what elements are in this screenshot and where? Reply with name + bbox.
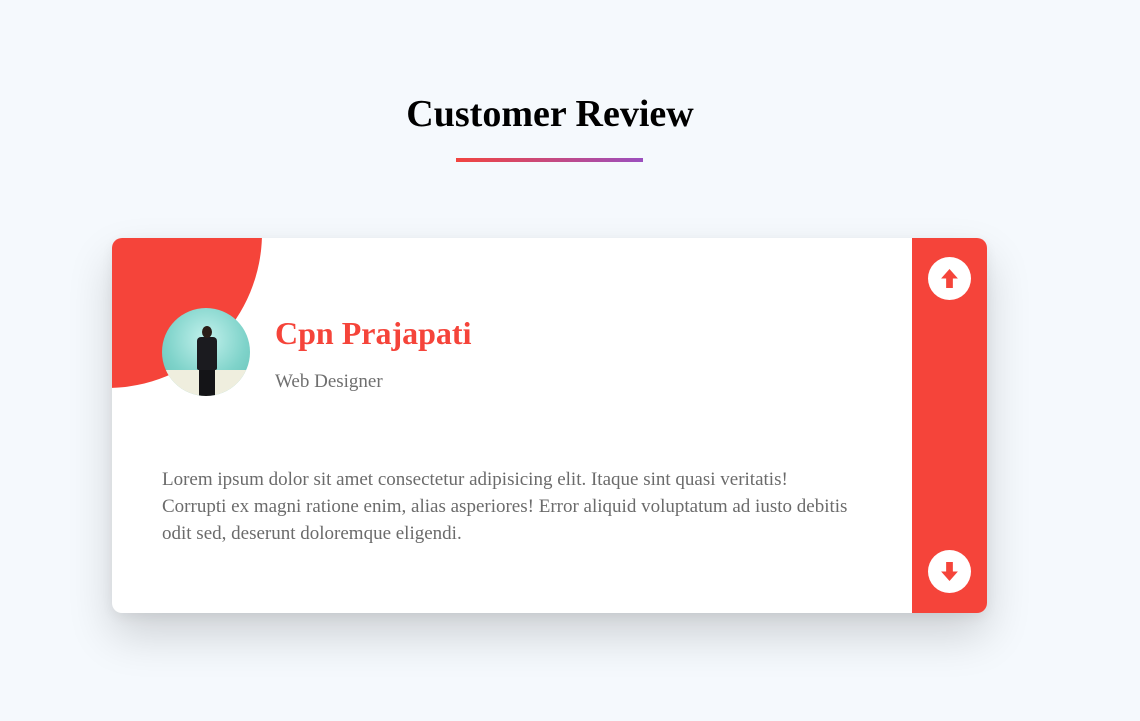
previous-review-button[interactable] (928, 257, 971, 300)
arrow-up-icon (941, 269, 958, 288)
side-panel (912, 238, 987, 613)
avatar-person-head (202, 326, 212, 338)
reviewer-name: Cpn Prajapati (275, 315, 472, 351)
next-review-button[interactable] (928, 550, 971, 593)
title-underline (456, 158, 643, 162)
reviewer-role: Web Designer (275, 371, 383, 392)
avatar (162, 308, 250, 396)
review-text: Lorem ipsum dolor sit amet consectetur a… (162, 469, 848, 544)
review-card: Cpn Prajapati Web Designer Lorem ipsum d… (112, 238, 987, 613)
avatar-person-legs (199, 368, 215, 396)
arrow-down-icon (941, 562, 958, 581)
avatar-person-body (197, 337, 217, 370)
page-title: Customer Review (406, 93, 694, 135)
